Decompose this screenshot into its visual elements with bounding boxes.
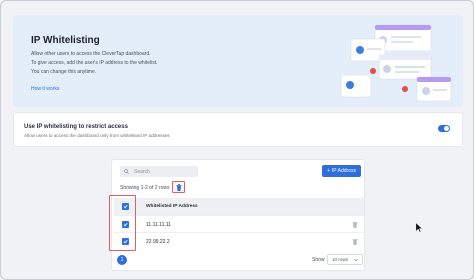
add-ip-address-label: IP Address	[331, 168, 356, 174]
restrict-access-title: Use IP whitelisting to restrict access	[24, 124, 128, 130]
add-ip-address-button[interactable]: + IP Address	[322, 165, 361, 177]
rows-per-page-select[interactable]: 10 rows	[327, 254, 363, 265]
table-row: 22.99.22.2	[114, 232, 364, 249]
intro-banner: IP Whitelisting Allow other users to acc…	[13, 15, 463, 107]
row-delete-icon[interactable]	[352, 238, 358, 245]
ip-address-cell: 22.99.22.2	[146, 239, 170, 245]
mouse-cursor-icon	[415, 222, 423, 233]
page-1-button[interactable]: 1	[117, 255, 127, 265]
restrict-access-description: Allow users to access the dashboard only…	[24, 133, 170, 138]
table-row: 11.11.11.11	[114, 215, 364, 232]
show-label: Show	[312, 257, 325, 263]
plus-icon: +	[326, 168, 330, 174]
toggle-knob	[444, 126, 449, 131]
checkbox-column-highlight	[109, 195, 136, 251]
restrict-access-toggle[interactable]	[438, 125, 450, 132]
intro-line-2: To give access, add the user's IP addres…	[31, 60, 158, 66]
row-delete-icon[interactable]	[352, 221, 358, 228]
trash-icon	[176, 183, 181, 191]
table-header: Whitelisted IP Address	[114, 198, 364, 215]
intro-line-3: You can change this anytime.	[31, 69, 97, 75]
bulk-delete-button[interactable]	[172, 181, 185, 193]
restrict-access-card: Use IP whitelisting to restrict access A…	[13, 112, 463, 147]
chevron-down-icon	[354, 258, 358, 262]
column-header-ip: Whitelisted IP Address	[146, 204, 198, 209]
rows-per-page-value: 10 rows	[332, 257, 349, 262]
intro-line-1: Allow other users to access the CleverTa…	[31, 51, 151, 57]
search-icon	[124, 169, 129, 174]
search-input[interactable]: Search	[120, 166, 198, 177]
rows-count-text: Showing 1-2 of 2 rows	[120, 185, 170, 191]
page-title: IP Whitelisting	[31, 35, 100, 46]
ip-address-cell: 11.11.11.11	[146, 222, 171, 228]
whitelisting-illustration	[340, 24, 452, 102]
how-it-works-link[interactable]: How it works	[31, 86, 59, 92]
app-frame: IP Whitelisting Allow other users to acc…	[0, 0, 474, 280]
